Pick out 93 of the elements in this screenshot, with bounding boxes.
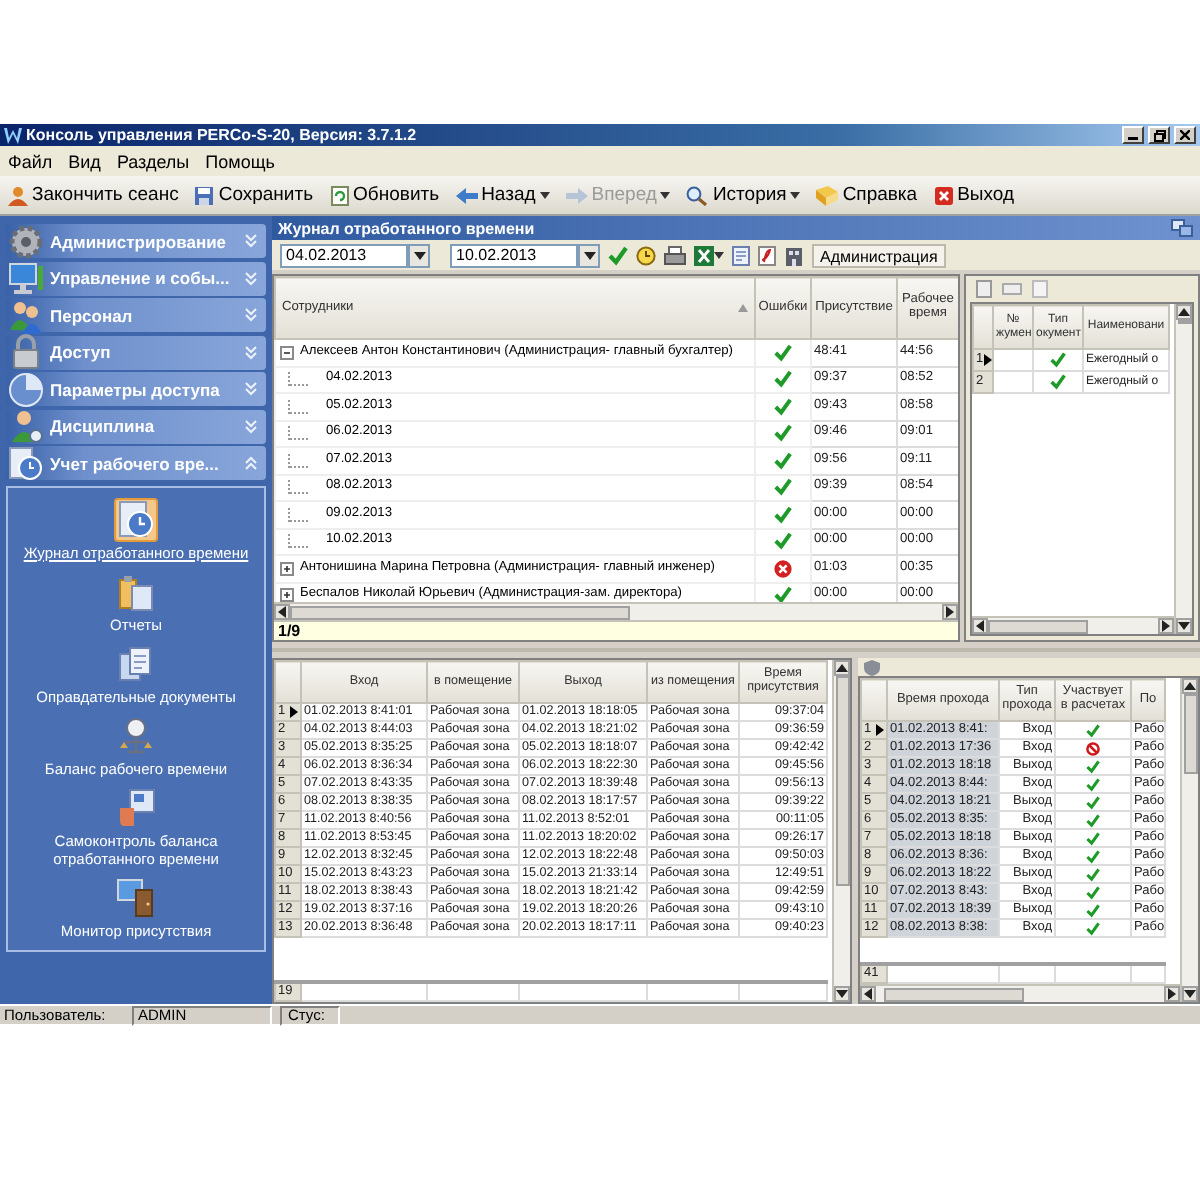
vertical-scrollbar[interactable] <box>1180 678 1198 1002</box>
close-icon <box>1180 130 1190 140</box>
restore-button[interactable] <box>1148 126 1170 144</box>
triangle-left-icon <box>276 606 288 618</box>
person-icon <box>8 185 28 205</box>
pie-chart-icon <box>8 371 44 407</box>
print-button[interactable] <box>664 245 686 265</box>
check-icon <box>608 245 628 265</box>
row-pointer-icon <box>290 706 298 718</box>
horizontal-scrollbar[interactable] <box>972 616 1174 634</box>
monitor-icon <box>8 260 44 296</box>
minimize-button[interactable] <box>1122 126 1144 144</box>
triangle-down-icon <box>1178 620 1190 632</box>
menu-item[interactable]: Разделы <box>116 151 190 171</box>
pdf-button[interactable] <box>758 245 776 265</box>
horizontal-scrollbar[interactable] <box>860 984 1180 1002</box>
triangle-right-icon <box>1160 620 1172 632</box>
printer-icon <box>664 245 686 265</box>
toolbar-button[interactable]: Выход <box>931 184 1017 206</box>
exit-icon <box>933 185 954 205</box>
row-pointer-icon <box>983 354 992 366</box>
refresh-icon <box>329 185 350 205</box>
window-title: Консоль управления PERCo-S-20, Версия: 3.7.1.2 <box>26 126 419 144</box>
forward-arrow-icon <box>565 185 588 205</box>
date-field[interactable]: 10.02.2013 <box>450 243 578 267</box>
clock-button[interactable] <box>636 245 656 265</box>
padlock-icon <box>8 334 44 370</box>
caret-icon <box>539 191 550 199</box>
triangle-down-icon <box>836 988 848 1000</box>
spreadsheet-icon <box>694 245 714 265</box>
scales-icon <box>116 715 156 755</box>
clock-document-icon <box>8 445 44 481</box>
document-icon <box>1032 280 1048 298</box>
gear-icon <box>8 223 44 259</box>
toolbar-button[interactable]: Справка <box>814 184 920 206</box>
horizontal-scrollbar[interactable] <box>274 602 958 620</box>
people-icon <box>8 297 44 333</box>
expand-icon[interactable] <box>280 588 294 602</box>
back-arrow-icon <box>455 185 478 205</box>
documents-icon <box>116 643 156 683</box>
expand-icon[interactable] <box>280 561 294 576</box>
menu-item[interactable]: Вид <box>68 151 101 171</box>
page-counter: 1/9 <box>278 622 301 640</box>
document-icon <box>732 245 750 265</box>
caret-icon <box>660 191 671 199</box>
triangle-up-icon <box>836 662 848 674</box>
sort-arrow-icon <box>738 304 748 312</box>
close-button[interactable] <box>1174 126 1196 144</box>
menu-item[interactable]: Файл <box>8 151 53 171</box>
caret-icon <box>714 251 724 259</box>
dropdown-button[interactable] <box>578 243 600 267</box>
magnifier-icon <box>686 185 709 205</box>
excel-button[interactable] <box>694 245 724 265</box>
network-icon <box>1170 218 1194 238</box>
triangle-right-icon <box>944 606 956 618</box>
department-button[interactable] <box>784 245 804 265</box>
triangle-right-icon <box>1166 988 1178 1000</box>
toolbar-button[interactable]: Закончить сеанс <box>6 184 181 206</box>
shield-icon <box>864 659 880 675</box>
monitor-door-icon <box>116 877 156 917</box>
triangle-up-icon <box>1178 306 1190 318</box>
person-icon <box>8 408 44 444</box>
document-icon <box>976 280 992 298</box>
department-label: Администрация <box>812 243 946 267</box>
triangle-down-icon <box>583 249 595 261</box>
triangle-up-icon <box>1184 680 1196 692</box>
triangle-down-icon <box>1184 988 1196 1000</box>
restore-icon <box>1153 129 1165 141</box>
apply-button[interactable] <box>608 245 628 265</box>
collapse-icon[interactable] <box>280 345 294 360</box>
hand-card-icon <box>116 787 156 827</box>
toolbar-button[interactable]: Назад <box>453 184 552 206</box>
pdf-document-icon <box>758 245 776 265</box>
toolbar-button[interactable]: Сохранить <box>192 184 316 206</box>
toolbar-button[interactable]: История <box>684 184 803 206</box>
dropdown-button[interactable] <box>408 243 430 267</box>
building-icon <box>784 245 804 265</box>
vertical-scrollbar[interactable] <box>832 660 850 1002</box>
clock-icon <box>636 245 656 265</box>
menu-item[interactable]: Помощь <box>205 151 275 171</box>
date-field[interactable]: 04.02.2013 <box>280 243 408 267</box>
clock-document-icon <box>116 499 156 539</box>
triangle-down-icon <box>413 249 425 261</box>
app-logo-icon <box>4 127 22 143</box>
vertical-scrollbar[interactable] <box>1174 304 1192 634</box>
panel-title: Журнал отработанного времени <box>278 219 535 237</box>
triangle-left-icon <box>974 620 986 632</box>
triangle-left-icon <box>862 988 874 1000</box>
row-pointer-icon <box>876 724 884 736</box>
caret-icon <box>790 191 801 199</box>
toolbar-button[interactable]: Обновить <box>327 184 442 206</box>
document-button[interactable] <box>732 245 750 265</box>
clipboard-icon <box>116 571 156 611</box>
